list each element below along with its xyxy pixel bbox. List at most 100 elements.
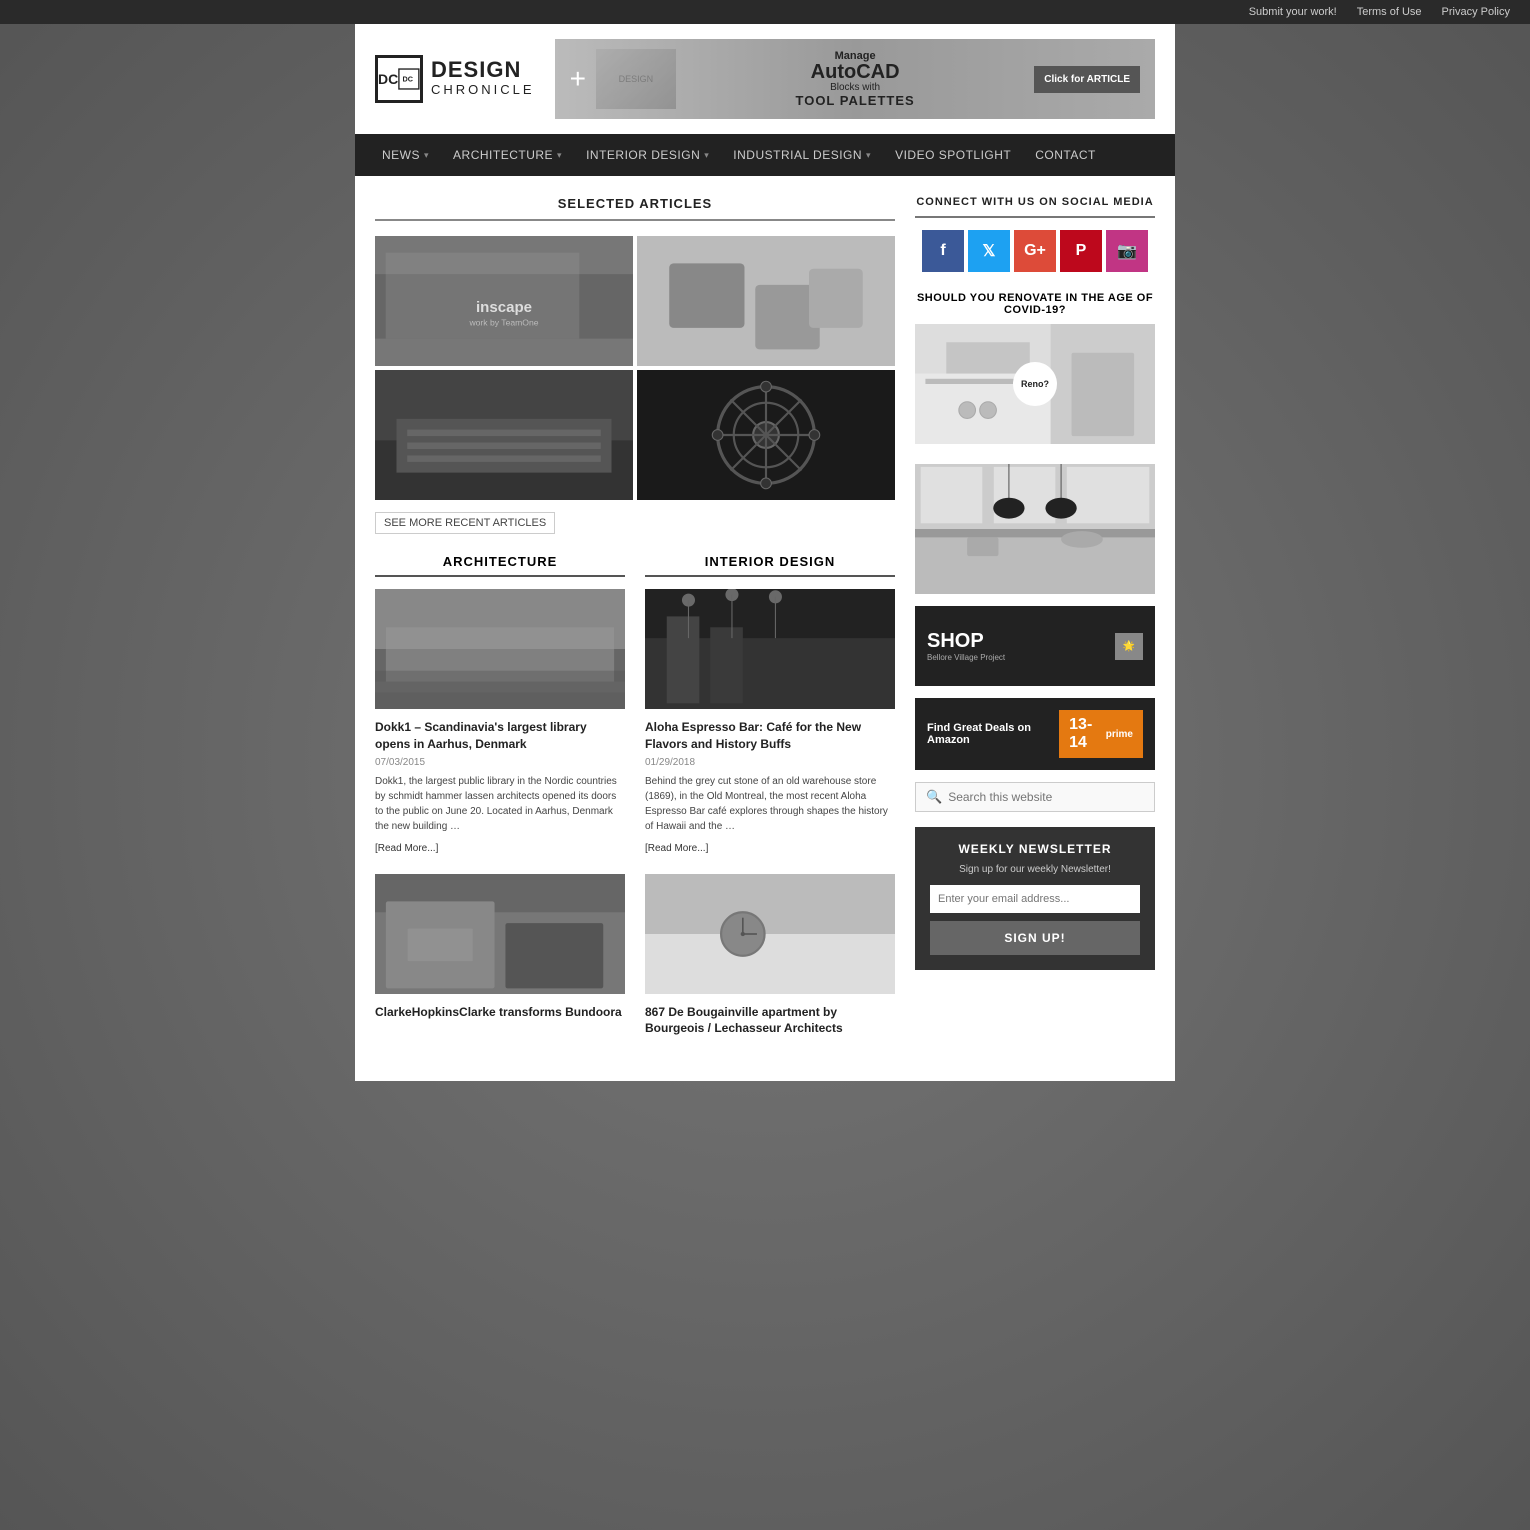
nav-industrial-design[interactable]: INDUSTRIAL DESIGN ▾ — [721, 134, 883, 176]
interior-col-title: INTERIOR DESIGN — [645, 554, 895, 569]
selected-articles-grid: inscape work by TeamOne — [375, 236, 895, 500]
banner-cta-button[interactable]: Click for ARTICLE — [1034, 66, 1140, 93]
googleplus-button[interactable]: G+ — [1014, 230, 1056, 272]
logo-area[interactable]: DC DESIGN CHRONICLE — [375, 55, 535, 103]
selected-article-img-4[interactable] — [637, 370, 895, 500]
nav-contact[interactable]: CONTACT — [1023, 134, 1108, 176]
cafe-article-excerpt: Behind the grey cut stone of an old ware… — [645, 774, 895, 834]
library-article-thumb[interactable] — [375, 589, 625, 709]
selected-article-img-2[interactable] — [637, 236, 895, 366]
selected-articles-divider — [375, 219, 895, 221]
prime-logo: prime — [1106, 729, 1133, 740]
logo-title: DESIGN — [431, 59, 535, 81]
prime-badge: 🌟 — [1123, 641, 1135, 652]
main-nav: NEWS ▾ ARCHITECTURE ▾ INTERIOR DESIGN ▾ … — [355, 134, 1175, 176]
architecture-col-title: ARCHITECTURE — [375, 554, 625, 569]
shop-banner[interactable]: SHOP Bellore Village Project 🌟 — [915, 606, 1155, 686]
main-content: SELECTED ARTICLES inscape work by TeamOn… — [375, 196, 915, 1061]
facebook-button[interactable]: f — [922, 230, 964, 272]
privacy-link[interactable]: Privacy Policy — [1442, 6, 1510, 18]
nav-architecture-arrow: ▾ — [557, 150, 562, 161]
cafe-article-title[interactable]: Aloha Espresso Bar: Café for the New Fla… — [645, 719, 895, 753]
sidebar: CONNECT WITH US ON SOCIAL MEDIA f 𝕏 G+ P… — [915, 196, 1155, 1061]
logo-svg: DC — [398, 55, 420, 103]
architecture-col-divider — [375, 575, 625, 577]
nav-interior-design[interactable]: INTERIOR DESIGN ▾ — [574, 134, 721, 176]
terms-link[interactable]: Terms of Use — [1357, 6, 1422, 18]
nav-news[interactable]: NEWS ▾ — [370, 134, 441, 176]
selected-article-img-1[interactable]: inscape work by TeamOne — [375, 236, 633, 366]
nav-video-spotlight[interactable]: VIDEO SPOTLIGHT — [883, 134, 1023, 176]
nav-architecture[interactable]: ARCHITECTURE ▾ — [441, 134, 574, 176]
newsletter-subtitle: Sign up for our weekly Newsletter! — [930, 864, 1140, 875]
apartment-article-thumb[interactable] — [645, 874, 895, 994]
shop-section: SHOP Bellore Village Project 🌟 Find Grea… — [915, 606, 1155, 770]
nav-industrial-arrow: ▾ — [866, 150, 871, 161]
architecture-column: ARCHITECTURE Dokk1 – Scandinavia's large — [375, 554, 625, 1041]
amazon-text: Find Great Deals on Amazon — [927, 722, 1059, 746]
see-more-link[interactable]: SEE MORE RECENT ARTICLES — [375, 512, 555, 534]
amazon-box[interactable]: Find Great Deals on Amazon 13-14 prime — [915, 698, 1155, 770]
newsletter-email-input[interactable] — [930, 885, 1140, 913]
social-media-section: CONNECT WITH US ON SOCIAL MEDIA f 𝕏 G+ P… — [915, 196, 1155, 272]
banner-middle: Manage AutoCAD Blocks with TOOL PALETTES — [796, 50, 915, 108]
prime-day-dates: 13-14 — [1069, 716, 1102, 752]
header-banner[interactable]: + DESIGN Manage AutoCAD Blocks with TOOL… — [555, 39, 1155, 119]
two-col-articles: ARCHITECTURE Dokk1 – Scandinavia's large — [375, 554, 895, 1041]
shop-badge: 🌟 — [1115, 633, 1143, 660]
renovate-section: SHOULD YOU RENOVATE IN THE AGE OF COVID-… — [915, 292, 1155, 444]
banner-blocks: Blocks with — [796, 82, 915, 93]
banner-image: DESIGN — [596, 49, 676, 109]
library-read-more[interactable]: [Read More...] — [375, 843, 438, 854]
library-article-date: 07/03/2015 — [375, 757, 625, 768]
renovate-badge: Reno? — [1013, 362, 1057, 406]
nav-news-arrow: ▾ — [424, 150, 429, 161]
cafe-article-date: 01/29/2018 — [645, 757, 895, 768]
svg-text:work by TeamOne: work by TeamOne — [468, 318, 538, 328]
banner-plus-icon: + — [570, 63, 586, 95]
site-header: DC DESIGN CHRONICLE + DESIGN Manage Auto… — [355, 24, 1175, 134]
social-title: CONNECT WITH US ON SOCIAL MEDIA — [915, 196, 1155, 208]
pinterest-button[interactable]: P — [1060, 230, 1102, 272]
banner-left: + DESIGN — [570, 49, 676, 109]
interior-design-column: INTERIOR DESIGN — [645, 554, 895, 1041]
submit-work-link[interactable]: Submit your work! — [1249, 6, 1337, 18]
search-icon: 🔍 — [926, 789, 942, 805]
logo-icon: DC — [375, 55, 423, 103]
banner-autocad: AutoCAD — [796, 62, 915, 82]
site-wrapper: DC DESIGN CHRONICLE + DESIGN Manage Auto… — [355, 24, 1175, 1081]
bundoora-article-thumb[interactable] — [375, 874, 625, 994]
library-article-excerpt: Dokk1, the largest public library in the… — [375, 774, 625, 834]
search-input[interactable] — [948, 790, 1144, 804]
social-divider — [915, 216, 1155, 218]
kitchen-sidebar-image[interactable] — [915, 464, 1155, 594]
selected-article-img-3[interactable] — [375, 370, 633, 500]
renovate-image[interactable]: Reno? — [915, 324, 1155, 444]
renovate-question: SHOULD YOU RENOVATE IN THE AGE OF COVID-… — [915, 292, 1155, 316]
svg-text:DC: DC — [403, 75, 414, 84]
social-icons: f 𝕏 G+ P 📷 — [915, 230, 1155, 272]
logo-subtitle: CHRONICLE — [431, 82, 535, 97]
library-article-title[interactable]: Dokk1 – Scandinavia's largest library op… — [375, 719, 625, 753]
shop-title: SHOP — [927, 630, 1005, 653]
amazon-badge: 13-14 prime — [1059, 710, 1143, 758]
cafe-read-more[interactable]: [Read More...] — [645, 843, 708, 854]
cafe-article-thumb[interactable] — [645, 589, 895, 709]
content-area: SELECTED ARTICLES inscape work by TeamOn… — [355, 176, 1175, 1081]
bundoora-article-title[interactable]: ClarkeHopkinsClarke transforms Bundoora — [375, 1004, 625, 1021]
svg-text:inscape: inscape — [476, 299, 532, 316]
newsletter-signup-button[interactable]: SIGN UP! — [930, 921, 1140, 955]
top-bar: Submit your work! Terms of Use Privacy P… — [0, 0, 1530, 24]
search-box[interactable]: 🔍 — [915, 782, 1155, 812]
instagram-button[interactable]: 📷 — [1106, 230, 1148, 272]
twitter-button[interactable]: 𝕏 — [968, 230, 1010, 272]
newsletter-title: WEEKLY NEWSLETTER — [930, 842, 1140, 856]
selected-articles-title: SELECTED ARTICLES — [375, 196, 895, 211]
interior-col-divider — [645, 575, 895, 577]
nav-interior-arrow: ▾ — [704, 150, 709, 161]
shop-subtitle: Bellore Village Project — [927, 653, 1005, 662]
shop-left: SHOP Bellore Village Project — [927, 630, 1005, 662]
apartment-article-title[interactable]: 867 De Bougainville apartment by Bourgeo… — [645, 1004, 895, 1038]
newsletter-box: WEEKLY NEWSLETTER Sign up for our weekly… — [915, 827, 1155, 970]
banner-tool-palettes: TOOL PALETTES — [796, 93, 915, 108]
